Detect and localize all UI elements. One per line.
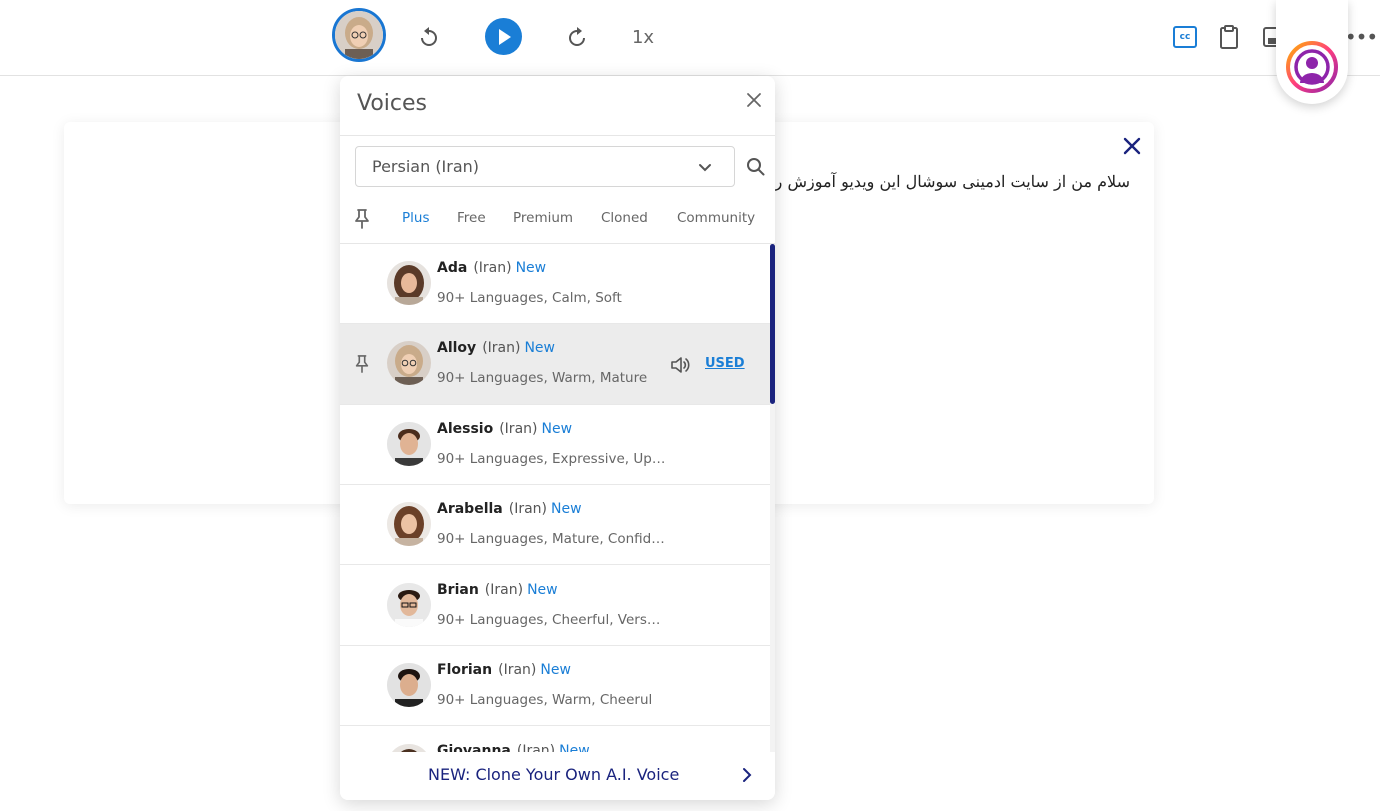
voice-region: (Iran): [499, 421, 538, 437]
language-select[interactable]: Persian (Iran): [355, 146, 735, 187]
voice-name: Brian: [437, 582, 479, 598]
voice-item-ada[interactable]: Ada (Iran) New 90+ Languages, Calm, Soft: [340, 244, 770, 324]
voice-name: Alloy: [437, 340, 477, 356]
voice-region: (Iran): [482, 340, 521, 356]
voice-avatar: [387, 341, 431, 385]
tab-free[interactable]: Free: [457, 210, 486, 226]
player-toolbar: 1x cc •••: [0, 0, 1380, 76]
forward-icon: [569, 27, 585, 46]
voice-region: (Iran): [498, 662, 537, 678]
forward-button[interactable]: [562, 22, 592, 52]
voice-avatar: [387, 422, 431, 466]
language-select-value: Persian (Iran): [372, 157, 480, 176]
rewind-icon: [421, 27, 437, 46]
chevron-down-icon: [699, 164, 711, 172]
tab-community[interactable]: Community: [677, 210, 755, 226]
voice-name: Ada: [437, 260, 468, 276]
pin-icon: [355, 209, 369, 229]
new-badge: New: [524, 340, 555, 356]
new-badge: New: [551, 501, 582, 517]
voice-description: 90+ Languages, Mature, Confid…: [437, 531, 665, 547]
voice-avatar: [387, 744, 431, 752]
tab-plus[interactable]: Plus: [402, 210, 429, 226]
used-link[interactable]: USED: [705, 356, 745, 371]
voice-region: (Iran): [484, 582, 524, 598]
voice-description: 90+ Languages, Calm, Soft: [437, 290, 622, 306]
scrollbar-thumb[interactable]: [770, 244, 775, 404]
divider: [340, 135, 775, 136]
card-text: سلام من از سایت ادمینی سوشال این ویدیو آ…: [774, 172, 1130, 191]
voice-name: Arabella: [437, 501, 503, 517]
avatar-woman-glasses-icon: [335, 11, 383, 59]
pinned-tab[interactable]: [352, 208, 372, 230]
new-badge: New: [527, 582, 558, 598]
tab-premium[interactable]: Premium: [513, 210, 573, 226]
chevron-right-icon: [743, 768, 752, 782]
tab-cloned[interactable]: Cloned: [601, 210, 648, 226]
voice-region: (Iran): [473, 260, 512, 276]
broadcast-logo-icon: [1286, 41, 1338, 93]
clone-voice-link[interactable]: NEW: Clone Your Own A.I. Voice: [428, 765, 679, 784]
pin-icon: [355, 355, 369, 373]
close-icon: [747, 93, 761, 107]
voice-item-alloy[interactable]: Alloy (Iran) New 90+ Languages, Warm, Matu…: [340, 324, 770, 405]
search-icon: [747, 158, 765, 176]
card-close-button[interactable]: [1119, 133, 1145, 159]
panel-close-button[interactable]: [744, 90, 764, 110]
play-button[interactable]: [485, 18, 522, 55]
search-button[interactable]: [745, 156, 767, 178]
panel-title: Voices: [357, 91, 428, 116]
voice-description: 90+ Languages, Warm, Mature: [437, 370, 648, 386]
play-icon: [498, 28, 511, 45]
captions-icon: cc: [1173, 26, 1197, 48]
voices-panel: Voices Persian (Iran) Plus Free Premium …: [340, 76, 775, 800]
captions-button[interactable]: cc: [1170, 22, 1200, 52]
voice-region: (Iran): [508, 501, 548, 517]
voice-avatar: [387, 502, 431, 546]
voice-description: 90+ Languages, Warm, Cheerul: [437, 692, 653, 708]
preview-voice-button[interactable]: [670, 356, 690, 374]
close-icon: [1123, 137, 1141, 155]
clipboard-button[interactable]: [1214, 22, 1244, 52]
pin-voice-button[interactable]: [353, 354, 371, 374]
extension-launcher-button[interactable]: [1276, 0, 1348, 104]
voice-name: Giovanna: [437, 743, 511, 752]
voice-item-giovanna[interactable]: Giovanna (Iran) New: [340, 727, 770, 752]
rewind-button[interactable]: [414, 22, 444, 52]
voice-name: Alessio: [437, 421, 494, 437]
voice-tabs: Plus Free Premium Cloned Community: [340, 198, 775, 244]
speed-button[interactable]: 1x: [626, 24, 660, 50]
voice-item-brian[interactable]: Brian (Iran) New 90+ Languages, Cheerful, …: [340, 566, 770, 646]
new-badge: New: [540, 662, 571, 678]
voice-item-alessio[interactable]: Alessio (Iran) New 90+ Languages, Expressi…: [340, 405, 770, 485]
clone-voice-footer[interactable]: NEW: Clone Your Own A.I. Voice: [340, 752, 775, 800]
voice-list: Ada (Iran) New 90+ Languages, Calm, Soft A…: [340, 244, 770, 752]
voice-avatar: [387, 261, 431, 305]
clipboard-icon: [1220, 25, 1238, 49]
voice-avatar: [387, 663, 431, 707]
selected-voice-avatar[interactable]: [332, 8, 386, 62]
more-options-button[interactable]: •••: [1345, 22, 1378, 52]
voice-item-arabella[interactable]: Arabella (Iran) New 90+ Languages, Mature,…: [340, 485, 770, 565]
voice-description: 90+ Languages, Expressive, Up…: [437, 451, 666, 467]
new-badge: New: [515, 260, 547, 276]
voice-item-florian[interactable]: Florian (Iran) New 90+ Languages, Warm, Ch…: [340, 646, 770, 726]
voice-name: Florian: [437, 662, 493, 678]
new-badge: New: [541, 421, 573, 437]
voice-avatar: [387, 583, 431, 627]
speaker-icon: [671, 357, 690, 373]
new-badge: New: [559, 743, 590, 752]
voice-description: 90+ Languages, Cheerful, Vers…: [437, 612, 661, 628]
voice-region: (Iran): [516, 743, 556, 752]
